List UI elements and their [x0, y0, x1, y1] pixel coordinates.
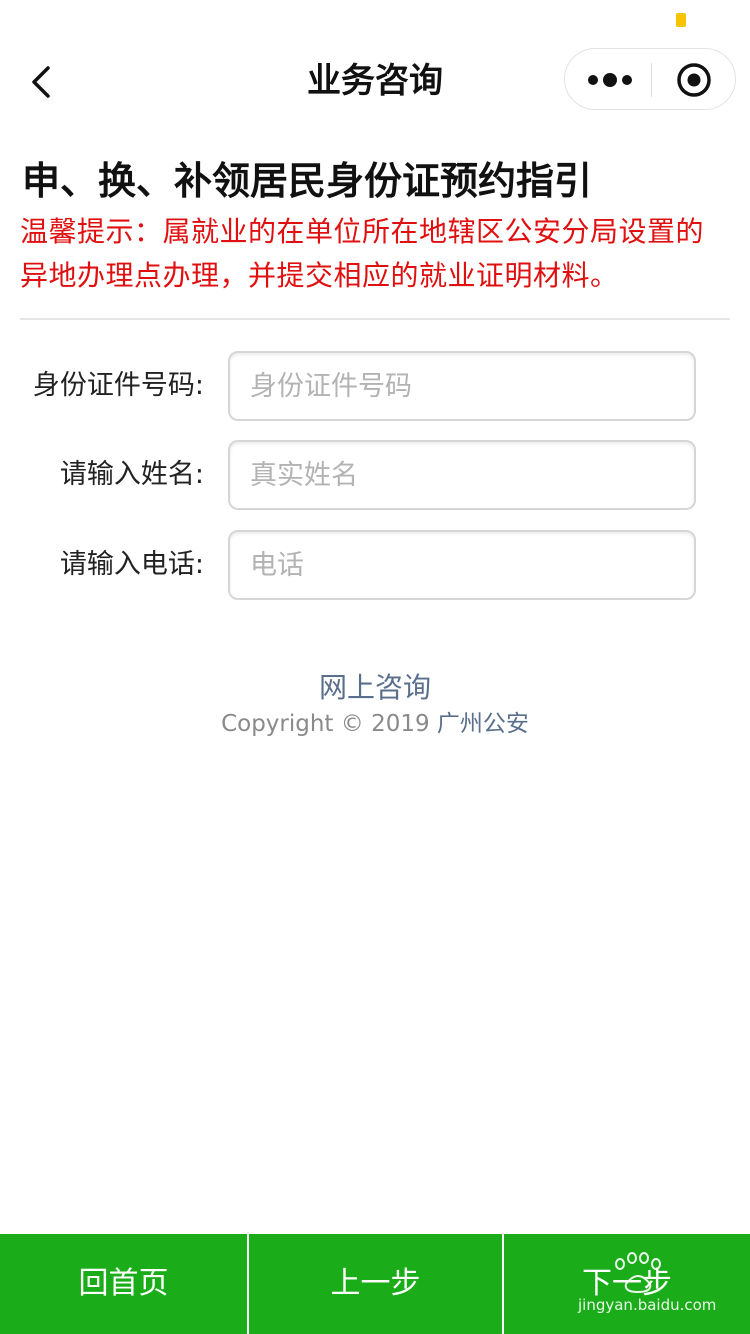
online-consult-link[interactable]: 网上咨询	[0, 668, 750, 708]
guide-heading: 申、换、补领居民身份证预约指引	[22, 159, 593, 203]
phone-input[interactable]	[228, 530, 696, 600]
close-mini-program-button[interactable]	[665, 61, 723, 99]
capsule-divider	[651, 63, 652, 97]
warm-tip-notice: 温馨提示：属就业的在单位所在地辖区公安分局设置的异地办理点办理，并提交相应的就业…	[20, 215, 705, 292]
phone-row: 请输入电话:	[0, 530, 750, 600]
bottom-action-bar: 回首页 上一步 下一步	[0, 1234, 750, 1334]
section-divider	[20, 318, 730, 320]
chevron-left-icon	[32, 66, 50, 98]
back-button[interactable]	[22, 60, 66, 104]
name-row: 请输入姓名:	[0, 440, 750, 510]
more-options-button[interactable]	[579, 61, 641, 99]
previous-step-button[interactable]: 上一步	[249, 1234, 504, 1334]
navigation-bar: 业务咨询	[0, 40, 750, 124]
page: 业务咨询 申、换、补领居民身份证预约指引 温馨提示：属就业的在单位所在地辖区公安…	[0, 0, 750, 1334]
id-number-label: 身份证件号码:	[32, 370, 204, 401]
home-button[interactable]: 回首页	[0, 1234, 249, 1334]
copyright-text: Copyright © 2019 广州公安	[0, 706, 750, 742]
copyright-org: 广州公安	[436, 711, 529, 737]
mini-program-capsule	[564, 48, 736, 110]
target-close-icon	[677, 63, 711, 97]
battery-indicator-icon	[676, 13, 686, 27]
copyright-prefix: Copyright © 2019	[221, 711, 437, 737]
id-number-row: 身份证件号码:	[0, 351, 750, 421]
name-label: 请输入姓名:	[59, 459, 204, 490]
id-number-input[interactable]	[228, 351, 696, 421]
name-input[interactable]	[228, 440, 696, 510]
more-dots-icon	[588, 73, 632, 87]
next-step-button[interactable]: 下一步	[504, 1234, 750, 1334]
phone-label: 请输入电话:	[59, 549, 204, 580]
